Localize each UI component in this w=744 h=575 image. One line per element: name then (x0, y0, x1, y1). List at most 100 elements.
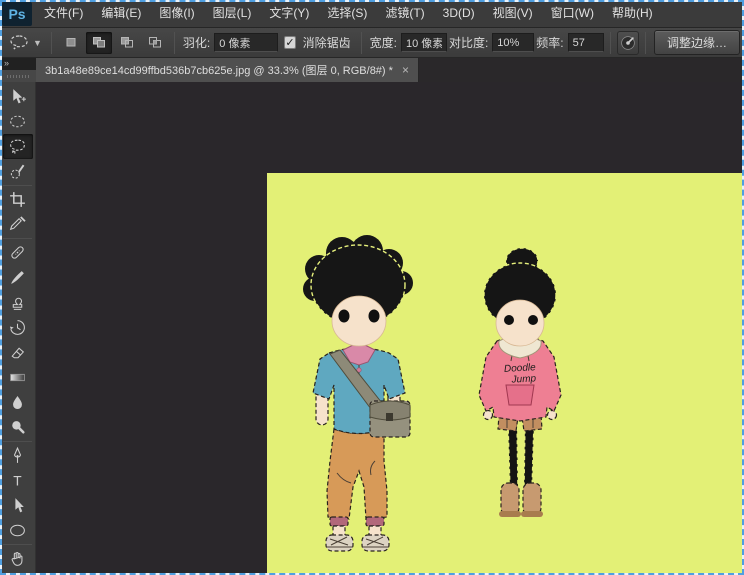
tool-crop[interactable] (3, 187, 33, 212)
tool-path-selection[interactable] (3, 493, 33, 518)
clone-stamp-icon (8, 293, 27, 312)
menu-item[interactable]: 选择(S) (318, 0, 376, 27)
separator (610, 32, 611, 54)
menu-item[interactable]: 窗口(W) (542, 0, 603, 27)
refine-edge-button[interactable]: 调整边缘… (654, 30, 740, 55)
magnetic-lasso-icon (8, 137, 27, 156)
menu-item[interactable]: 帮助(H) (603, 0, 662, 27)
tool-preset-picker[interactable]: ▼ (4, 31, 45, 55)
menu-item[interactable]: 滤镜(T) (376, 0, 433, 27)
tool-pen[interactable] (3, 443, 33, 468)
brush-icon (8, 268, 27, 287)
tools-panel: T (0, 82, 36, 575)
spot-healing-icon (8, 243, 27, 262)
tool-brush[interactable] (3, 265, 33, 290)
move-icon (8, 87, 27, 106)
ellipse-shape-icon (8, 521, 27, 540)
elliptical-marquee-icon (8, 112, 27, 131)
tool-elliptical-marquee[interactable] (3, 109, 33, 134)
separator (51, 32, 52, 54)
blur-icon (8, 393, 27, 412)
gradient-icon (8, 368, 27, 387)
document-image[interactable]: Doodle Jump (267, 173, 744, 575)
eraser-icon (8, 343, 27, 362)
menu-item[interactable]: 图层(L) (204, 0, 261, 27)
tool-dodge[interactable] (3, 415, 33, 440)
menu-item[interactable]: 文字(Y) (260, 0, 318, 27)
tool-group-separator (3, 185, 32, 186)
menu-item[interactable]: 文件(F) (35, 0, 92, 27)
menu-item[interactable]: 图像(I) (150, 0, 203, 27)
tool-hand[interactable] (3, 546, 33, 571)
tool-quick-selection[interactable] (3, 159, 33, 184)
crop-icon (8, 190, 27, 209)
feather-input[interactable] (214, 33, 278, 52)
chevron-down-icon: ▼ (33, 38, 42, 48)
tool-type[interactable]: T (3, 468, 33, 493)
tool-zoom[interactable] (3, 571, 33, 575)
close-icon[interactable]: × (402, 65, 409, 75)
quick-selection-icon (8, 162, 27, 181)
pen-pressure-button[interactable] (617, 31, 639, 55)
tool-options-bar: ▼ 羽化: ✓ 消除锯齿 宽度: 对比度: 频率: 调整边缘… (0, 28, 744, 58)
feather-label: 羽化: (183, 34, 210, 51)
separator (645, 32, 646, 54)
document-tab[interactable]: 3b1a48e89ce14cd99ffbd536b7cb625e.jpg @ 3… (36, 58, 419, 82)
tablet-pressure-icon (619, 34, 637, 52)
pen-icon (8, 446, 27, 465)
frequency-input[interactable] (568, 33, 604, 52)
path-selection-icon (8, 496, 27, 515)
svg-text:T: T (13, 473, 22, 488)
subtract-from-selection-icon (119, 35, 135, 50)
subtract-from-selection-button[interactable] (114, 32, 140, 54)
toolbar-collapse-button[interactable]: » (0, 58, 36, 70)
toolbar-grip[interactable] (0, 70, 36, 82)
intersect-selection-button[interactable] (142, 32, 168, 54)
selection-mode-group (58, 32, 168, 54)
menu-bar: Ps 文件(F)编辑(E)图像(I)图层(L)文字(Y)选择(S)滤镜(T)3D… (0, 0, 744, 28)
intersect-selection-icon (147, 35, 163, 50)
workspace: T (0, 82, 744, 575)
anti-alias-label: 消除锯齿 (303, 34, 351, 51)
tool-ellipse-shape[interactable] (3, 518, 33, 543)
tool-eyedropper[interactable] (3, 212, 33, 237)
history-brush-icon (8, 318, 27, 337)
frequency-label: 频率: (536, 34, 563, 51)
tool-eraser[interactable] (3, 340, 33, 365)
menu-item[interactable]: 3D(D) (434, 0, 484, 27)
new-selection-icon (63, 35, 79, 50)
menu-item[interactable]: 视图(V) (484, 0, 542, 27)
tool-clone-stamp[interactable] (3, 290, 33, 315)
tool-magnetic-lasso[interactable] (3, 134, 33, 159)
photoshop-window: Ps 文件(F)编辑(E)图像(I)图层(L)文字(Y)选择(S)滤镜(T)3D… (0, 0, 744, 575)
tool-group-separator (3, 441, 32, 442)
document-tab-bar: » 3b1a48e89ce14cd99ffbd536b7cb625e.jpg @… (0, 58, 744, 82)
dodge-icon (8, 418, 27, 437)
eyedropper-icon (8, 215, 27, 234)
anti-alias-checkbox[interactable]: ✓ (284, 36, 295, 49)
tool-group-separator (3, 238, 32, 239)
menu-items: 文件(F)编辑(E)图像(I)图层(L)文字(Y)选择(S)滤镜(T)3D(D)… (35, 0, 662, 27)
document-tab-title: 3b1a48e89ce14cd99ffbd536b7cb625e.jpg @ 3… (45, 62, 393, 78)
contrast-input[interactable] (492, 33, 534, 52)
toolbar-header: » (0, 58, 36, 82)
new-selection-button[interactable] (58, 32, 84, 54)
hoodie-text-line2: Jump (510, 373, 536, 385)
type-icon: T (8, 471, 27, 490)
menu-item[interactable]: 编辑(E) (92, 0, 150, 27)
tool-history-brush[interactable] (3, 315, 33, 340)
width-input[interactable] (401, 33, 447, 52)
separator (361, 32, 362, 54)
canvas-area: Doodle Jump (36, 82, 744, 575)
tool-gradient[interactable] (3, 365, 33, 390)
hand-icon (8, 549, 27, 568)
photoshop-logo: Ps (2, 2, 32, 26)
tool-blur[interactable] (3, 390, 33, 415)
contrast-label: 对比度: (449, 34, 488, 51)
magnetic-lasso-icon (7, 32, 31, 54)
tool-group-separator (3, 544, 32, 545)
tool-move[interactable] (3, 84, 33, 109)
width-label: 宽度: (370, 34, 397, 51)
tool-spot-healing[interactable] (3, 240, 33, 265)
add-to-selection-button[interactable] (86, 32, 112, 54)
